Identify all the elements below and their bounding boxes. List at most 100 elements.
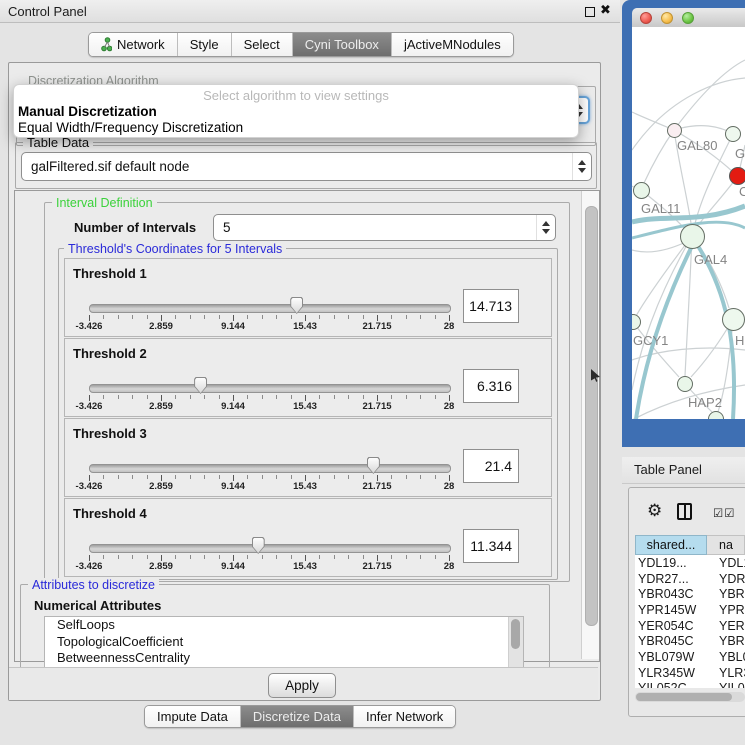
threshold-value-field[interactable]: 11.344 — [463, 529, 519, 563]
table-hscrollbar[interactable] — [635, 692, 745, 702]
attribute-list-item[interactable]: BetweennessCentrality — [45, 650, 523, 667]
table-row[interactable]: YBL079WYBL0 — [635, 649, 745, 665]
tick-mark — [391, 475, 392, 479]
table-row[interactable]: YPR145WYPR1 — [635, 602, 745, 618]
tick-mark — [420, 395, 421, 399]
table-row[interactable]: YIL052CYIL0 — [635, 681, 745, 689]
cell-shared-name[interactable]: YDR27... — [635, 572, 707, 586]
scale-label: -3.426 — [76, 401, 103, 412]
threshold-4-panel: Threshold 4 -3.4262.8599.14415.4321.7152… — [64, 498, 552, 577]
node-attribute-table[interactable]: shared... na YDL19...YDL1YDR27...YDR2YBR… — [635, 535, 745, 688]
minimize-traffic-light-icon[interactable] — [661, 12, 673, 24]
columns-icon[interactable] — [677, 503, 692, 520]
cell-name[interactable]: YBR0 — [707, 587, 745, 601]
control-panel-titlebar: Control Panel ✖ — [0, 0, 620, 23]
cell-name[interactable]: YBL0 — [707, 650, 745, 664]
network-node-selected-red[interactable] — [729, 167, 745, 185]
threshold-3-panel: Threshold 3 -3.4262.8599.14415.4321.7152… — [64, 418, 552, 497]
cell-shared-name[interactable]: YER054C — [635, 619, 707, 633]
tab-label: Network — [117, 37, 165, 52]
popup-option-manual-discretization[interactable]: Manual Discretization — [18, 104, 157, 119]
column-header-name[interactable]: na — [707, 535, 745, 555]
network-node-gal80[interactable] — [667, 123, 682, 138]
tick-mark — [132, 555, 133, 559]
table-row[interactable]: YDL19...YDL1 — [635, 555, 745, 571]
zoom-traffic-light-icon[interactable] — [682, 12, 694, 24]
cell-shared-name[interactable]: YBR045C — [635, 634, 707, 648]
threshold-value-field[interactable]: 21.4 — [463, 449, 519, 483]
node-label-hap2: HAP2 — [688, 395, 722, 410]
attributes-scrollbar[interactable] — [508, 617, 523, 668]
network-node-hap2[interactable] — [677, 376, 693, 392]
tick-mark — [118, 395, 119, 399]
slider-track[interactable] — [89, 464, 451, 473]
tick-mark — [334, 315, 335, 319]
cell-shared-name[interactable]: YBL079W — [635, 650, 707, 664]
gear-icon[interactable]: ⚙ — [647, 501, 662, 521]
cell-shared-name[interactable]: YLR345W — [635, 666, 707, 680]
tick-mark — [132, 395, 133, 399]
slider-track[interactable] — [89, 544, 451, 553]
popup-option-equal-width-frequency[interactable]: Equal Width/Frequency Discretization — [18, 120, 243, 135]
tab-cyni-toolbox[interactable]: Cyni Toolbox — [292, 33, 391, 56]
scrollbar-thumb[interactable] — [636, 693, 732, 701]
tab-jactivemnodules[interactable]: jActiveMNodules — [391, 33, 513, 56]
tab-discretize-data[interactable]: Discretize Data — [240, 706, 353, 727]
tab-select[interactable]: Select — [231, 33, 292, 56]
table-row[interactable]: YLR345WYLR3 — [635, 665, 745, 681]
float-window-icon[interactable] — [585, 7, 595, 17]
tab-infer-network[interactable]: Infer Network — [353, 706, 455, 727]
table-panel-titlebar: Table Panel — [622, 457, 745, 484]
cell-name[interactable]: YER0 — [707, 619, 745, 633]
cell-name[interactable]: YLR3 — [707, 666, 745, 680]
column-header-shared-name[interactable]: shared... — [635, 535, 707, 555]
network-node[interactable] — [722, 308, 745, 331]
interval-definition-title: Interval Definition — [52, 196, 157, 210]
attribute-list-item[interactable]: SelfLoops — [45, 617, 523, 634]
threshold-value-field[interactable]: 6.316 — [463, 369, 519, 403]
cell-shared-name[interactable]: YIL052C — [635, 681, 707, 688]
settings-scrollbar[interactable] — [581, 191, 599, 659]
slider-track[interactable] — [89, 384, 451, 393]
table-header-row: shared... na — [635, 535, 745, 555]
number-of-intervals-combobox[interactable]: 5 — [213, 214, 556, 241]
apply-button[interactable]: Apply — [268, 673, 336, 698]
table-row[interactable]: YBR045CYBR0 — [635, 633, 745, 649]
close-icon[interactable]: ✖ — [600, 2, 611, 18]
network-canvas[interactable]: GAL80 GA C GAL11 GAL4 GCY1 H HAP2 — [632, 27, 745, 419]
tick-mark — [291, 475, 292, 479]
cell-shared-name[interactable]: YBR043C — [635, 587, 707, 601]
table-row[interactable]: YBR043CYBR0 — [635, 586, 745, 602]
table-data-combobox[interactable]: galFiltered.sif default node — [21, 152, 592, 181]
tab-impute-data[interactable]: Impute Data — [145, 706, 240, 727]
scrollbar-thumb[interactable] — [585, 206, 598, 626]
attribute-list-item[interactable]: TopologicalCoefficient — [45, 634, 523, 651]
tab-style[interactable]: Style — [177, 33, 231, 56]
checkboxes-icon[interactable]: ☑☑ — [713, 506, 736, 520]
cell-name[interactable]: YDL1 — [707, 556, 745, 570]
cell-name[interactable]: YIL0 — [707, 681, 745, 688]
cell-shared-name[interactable]: YDL19... — [635, 556, 707, 570]
tab-network[interactable]: Network — [89, 33, 177, 56]
tick-mark — [147, 475, 148, 479]
cell-shared-name[interactable]: YPR145W — [635, 603, 707, 617]
network-node-gal11[interactable] — [633, 182, 650, 199]
action-bar: Apply — [9, 667, 598, 700]
tick-mark — [103, 555, 104, 559]
table-row[interactable]: YDR27...YDR2 — [635, 571, 745, 587]
slider-track[interactable] — [89, 304, 451, 313]
network-node-gal4[interactable] — [680, 224, 705, 249]
numerical-attributes-list[interactable]: SelfLoopsTopologicalCoefficientBetweenne… — [44, 616, 524, 669]
number-of-intervals-value: 5 — [214, 220, 536, 235]
table-row[interactable]: YER054CYER0 — [635, 618, 745, 634]
threshold-value-field[interactable]: 14.713 — [463, 289, 519, 323]
cell-name[interactable]: YBR0 — [707, 634, 745, 648]
tick-mark — [132, 475, 133, 479]
network-node[interactable] — [725, 126, 741, 142]
cell-name[interactable]: YPR1 — [707, 603, 745, 617]
tick-mark — [132, 315, 133, 319]
cell-name[interactable]: YDR2 — [707, 572, 745, 586]
scrollbar-thumb[interactable] — [511, 619, 520, 649]
close-traffic-light-icon[interactable] — [640, 12, 652, 24]
tick-mark — [118, 555, 119, 559]
